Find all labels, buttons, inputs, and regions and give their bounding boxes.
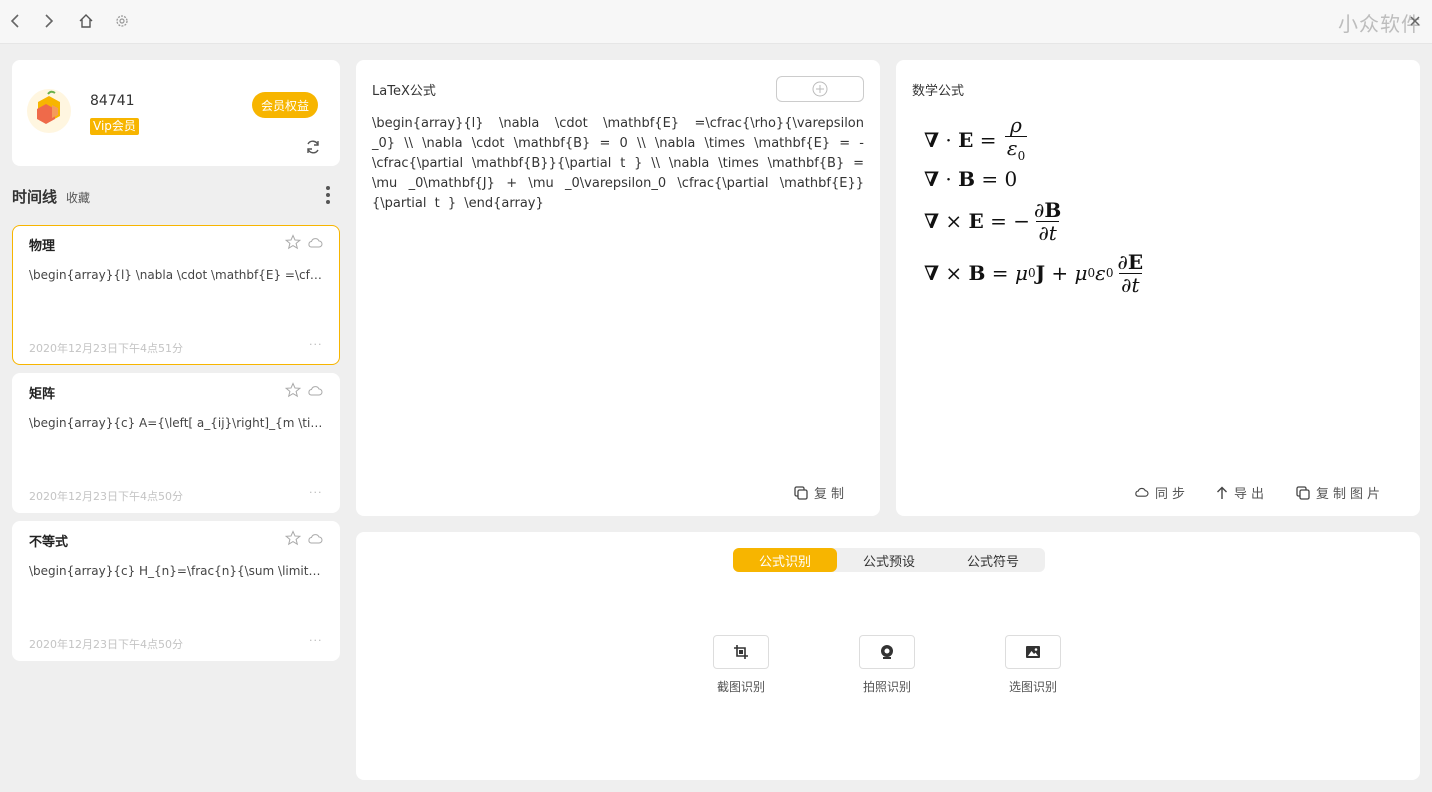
star-icon[interactable] [284,530,302,546]
timeline-item[interactable]: 不等式 \begin{array}{c} H_{n}=\frac{n}{\sum… [12,521,340,661]
camera-recognition-label: 拍照识别 [862,680,911,694]
settings-icon[interactable] [111,10,133,32]
latex-panel-title: LaTeX公式 [372,84,436,99]
item-content: \begin{array}{c} H_{n}=\frac{n}{\sum \li… [29,564,325,578]
timeline-title[interactable]: 时间线 [12,186,57,207]
add-button[interactable] [776,76,864,102]
item-time: 2020年12月23日下午4点50分 [29,638,183,651]
item-more-icon[interactable]: ··· [309,634,323,647]
copy-image-label: 复制图片 [1316,487,1385,502]
favorites-tab[interactable]: 收藏 [66,189,90,206]
tab-formula-presets[interactable]: 公式预设 [837,548,941,572]
latex-source[interactable]: \begin{array}{l} \nabla \cdot \mathbf{E}… [372,114,864,214]
item-title: 物理 [29,239,56,254]
back-icon[interactable] [4,10,26,32]
star-icon[interactable] [284,234,302,250]
tab-formula-recognition[interactable]: 公式识别 [733,548,837,572]
more-icon[interactable] [318,183,338,207]
forward-icon[interactable] [38,10,60,32]
tab-formula-symbols[interactable]: 公式符号 [941,548,1045,572]
cloud-icon[interactable] [307,383,323,397]
item-title: 不等式 [29,535,69,550]
timeline-item[interactable]: 物理 \begin{array}{l} \nabla \cdot \mathbf… [12,225,340,365]
timeline-item[interactable]: 矩阵 \begin{array}{c} A={\left[ a_{ij}\rig… [12,373,340,513]
formula-panel-title: 数学公式 [912,84,965,99]
member-benefits-button[interactable]: 会员权益 [252,92,318,118]
item-more-icon[interactable]: ··· [309,338,323,351]
screenshot-recognition-button[interactable] [713,635,769,669]
user-id: 84741 [90,93,135,109]
star-icon[interactable] [284,382,302,398]
sync-label: 同步 [1155,487,1190,502]
item-title: 矩阵 [29,387,56,402]
export-label: 导出 [1234,487,1269,502]
item-content: \begin{array}{c} A={\left[ a_{ij}\right]… [29,416,325,430]
crop-icon [734,645,748,659]
screenshot-recognition-label: 截图识别 [716,680,765,694]
latex-panel: LaTeX公式 \begin{array}{l} \nabla \cdot \m… [356,60,880,516]
close-icon[interactable] [1404,10,1426,32]
camera-icon [881,645,893,659]
profile-card: 84741 Vip会员 会员权益 [12,60,340,166]
item-time: 2020年12月23日下午4点51分 [29,342,183,355]
recognition-panel: 公式识别 公式预设 公式符号 截图识别 拍照识别 选图识别 [356,532,1420,780]
home-icon[interactable] [75,10,97,32]
copy-label: 复制 [814,487,849,502]
image-icon [1026,646,1040,658]
item-more-icon[interactable]: ··· [309,486,323,499]
cloud-icon[interactable] [307,531,323,545]
avatar[interactable] [26,88,72,134]
item-time: 2020年12月23日下午4点50分 [29,490,183,503]
formula-panel: 数学公式 ∇ · E = ρ ε0 ∇ · B = 0 ∇ × E = − ∂B ∂… [896,60,1420,516]
plus-circle-icon [812,81,828,97]
recognition-tabs: 公式识别 公式预设 公式符号 [733,548,1045,572]
copy-latex-button[interactable]: 复制 [794,483,848,502]
cloud-icon [1135,487,1149,497]
top-bar: 小众软件 [0,0,1432,44]
sync-button[interactable]: 同步 [1134,483,1189,502]
image-recognition-label: 选图识别 [1008,680,1057,694]
copy-icon [1296,485,1310,500]
image-recognition-button[interactable] [1005,635,1061,669]
export-button[interactable]: 导出 [1216,483,1268,502]
copy-icon [794,485,808,500]
copy-image-button[interactable]: 复制图片 [1296,483,1384,502]
item-content: \begin{array}{l} \nabla \cdot \mathbf{E}… [29,268,325,282]
refresh-icon[interactable] [302,136,324,158]
rendered-formula: ∇ · E = ρ ε0 ∇ · B = 0 ∇ × E = − ∂B ∂t ∇ ×… [924,112,1144,297]
camera-recognition-button[interactable] [859,635,915,669]
arrow-up-icon [1217,486,1227,499]
vip-badge: Vip会员 [90,118,139,135]
cloud-icon[interactable] [307,235,323,249]
